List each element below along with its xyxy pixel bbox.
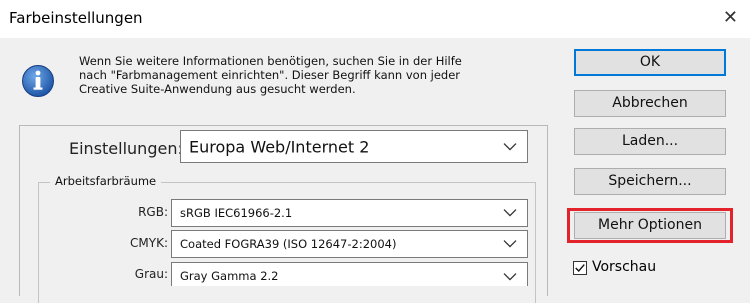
chevron-down-icon [503,240,517,248]
info-text-line: nach "Farbmanagement einrichten". Dieser… [79,68,461,82]
info-text-line: Wenn Sie weitere Informationen benötigen… [79,54,462,68]
cmyk-dropdown[interactable]: Coated FOGRA39 (ISO 12647-2:2004) [171,230,528,258]
chevron-down-icon [503,142,517,151]
cmyk-value: Coated FOGRA39 (ISO 12647-2:2004) [180,237,397,251]
checkmark-icon [575,264,585,273]
ok-button[interactable]: OK [574,49,726,76]
settings-dropdown[interactable]: Europa Web/Internet 2 [180,130,528,163]
gray-label: Grau: [134,267,168,281]
window-title: Farbeinstellungen [9,9,143,27]
settings-value: Europa Web/Internet 2 [189,137,370,156]
more-options-button[interactable]: Mehr Optionen [574,212,726,239]
preview-label: Vorschau [592,259,657,275]
cancel-button[interactable]: Abbrechen [574,90,726,117]
load-button[interactable]: Laden... [574,128,726,155]
settings-label: Einstellungen: [69,139,183,158]
cmyk-label: CMYK: [130,236,168,250]
checkbox-box[interactable] [573,261,587,275]
gray-value: Gray Gamma 2.2 [180,269,279,283]
rgb-label: RGB: [138,205,168,219]
rgb-dropdown[interactable]: sRGB IEC61966-2.1 [171,199,528,227]
close-icon[interactable]: ✕ [723,7,738,28]
working-spaces-title: Arbeitsfarbräume [50,174,162,188]
info-icon [22,65,54,97]
info-message: Wenn Sie weitere Informationen benötigen… [79,54,519,96]
title-bar: Farbeinstellungen ✕ [0,0,750,38]
rgb-value: sRGB IEC61966-2.1 [180,206,293,220]
chevron-down-icon [503,273,517,281]
info-text-line: Creative Suite-Anwendung aus gesucht wer… [79,82,356,96]
chevron-down-icon [503,209,517,217]
gray-dropdown[interactable]: Gray Gamma 2.2 [171,262,528,286]
save-button[interactable]: Speichern... [574,168,726,195]
